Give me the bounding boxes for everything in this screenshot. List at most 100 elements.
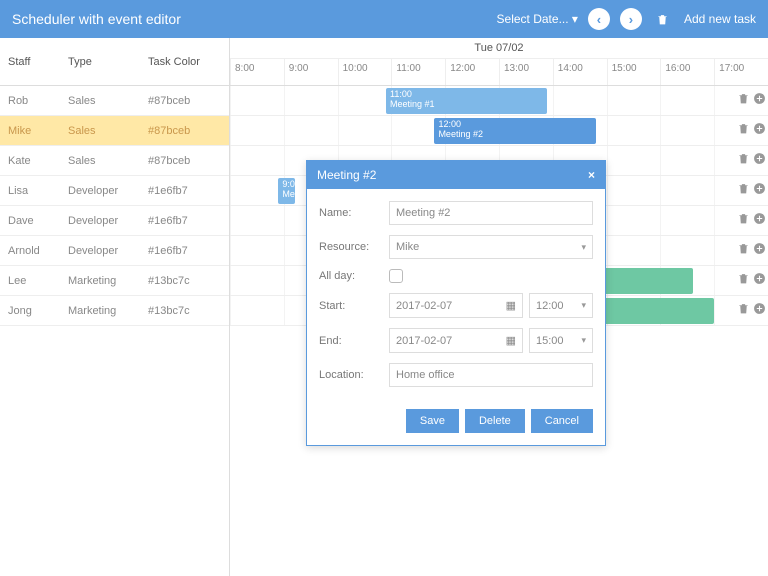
close-icon[interactable]: × bbox=[588, 168, 595, 182]
location-input[interactable] bbox=[389, 363, 593, 387]
staff-type: Sales bbox=[60, 155, 140, 167]
add-icon[interactable] bbox=[752, 91, 766, 105]
hour-header: 16:00 bbox=[660, 59, 714, 85]
staff-name: Arnold bbox=[0, 245, 60, 257]
staff-row[interactable]: JongMarketing#13bc7c bbox=[0, 296, 229, 326]
staff-name: Jong bbox=[0, 305, 60, 317]
label-allday: All day: bbox=[319, 270, 389, 282]
timeline-date: Tue 07/02 bbox=[230, 38, 768, 59]
staff-color: #1e6fb7 bbox=[140, 215, 229, 227]
row-actions bbox=[736, 271, 766, 285]
timeline-row[interactable]: 11:00Meeting #1 bbox=[230, 86, 768, 116]
editor-body: Name: Resource:Mike▾ All day: Start:2017… bbox=[307, 189, 605, 409]
hour-header: 15:00 bbox=[607, 59, 661, 85]
staff-color: #13bc7c bbox=[140, 275, 229, 287]
chevron-down-icon: ▾ bbox=[572, 12, 578, 26]
add-icon[interactable] bbox=[752, 301, 766, 315]
row-actions bbox=[736, 301, 766, 315]
staff-name: Rob bbox=[0, 95, 60, 107]
trash-icon[interactable] bbox=[736, 181, 750, 195]
staff-row[interactable]: LeeMarketing#13bc7c bbox=[0, 266, 229, 296]
calendar-icon: ▦ bbox=[506, 334, 516, 347]
cancel-button[interactable]: Cancel bbox=[531, 409, 593, 433]
chevron-down-icon: ▾ bbox=[581, 242, 586, 253]
trash-icon[interactable] bbox=[736, 151, 750, 165]
staff-color: #87bceb bbox=[140, 155, 229, 167]
resource-select[interactable]: Mike▾ bbox=[389, 235, 593, 259]
add-task-button[interactable]: Add new task bbox=[684, 12, 756, 26]
staff-name: Dave bbox=[0, 215, 60, 227]
label-start: Start: bbox=[319, 300, 389, 312]
app-title: Scheduler with event editor bbox=[12, 11, 497, 27]
label-resource: Resource: bbox=[319, 241, 389, 253]
row-actions bbox=[736, 151, 766, 165]
staff-name: Lisa bbox=[0, 185, 60, 197]
staff-row[interactable]: MikeSales#87bceb bbox=[0, 116, 229, 146]
trash-icon[interactable] bbox=[736, 271, 750, 285]
trash-icon[interactable] bbox=[736, 91, 750, 105]
start-time-select[interactable]: 12:00▾ bbox=[529, 293, 593, 318]
label-location: Location: bbox=[319, 369, 389, 381]
staff-row[interactable]: ArnoldDeveloper#1e6fb7 bbox=[0, 236, 229, 266]
add-icon[interactable] bbox=[752, 181, 766, 195]
editor-header[interactable]: Meeting #2 × bbox=[307, 161, 605, 189]
col-header-color: Task Color bbox=[140, 56, 229, 68]
hour-header: 9:00 bbox=[284, 59, 338, 85]
event-bar[interactable]: 9:00Meeting bbox=[278, 178, 294, 204]
chevron-down-icon: ▾ bbox=[581, 300, 586, 311]
add-icon[interactable] bbox=[752, 271, 766, 285]
trash-icon[interactable] bbox=[736, 241, 750, 255]
staff-color: #87bceb bbox=[140, 95, 229, 107]
sidebar: Staff Type Task Color RobSales#87bcebMik… bbox=[0, 38, 230, 576]
staff-row[interactable]: RobSales#87bceb bbox=[0, 86, 229, 116]
add-icon[interactable] bbox=[752, 211, 766, 225]
delete-button[interactable]: Delete bbox=[465, 409, 525, 433]
row-actions bbox=[736, 211, 766, 225]
hour-header: 12:00 bbox=[445, 59, 499, 85]
staff-row[interactable]: DaveDeveloper#1e6fb7 bbox=[0, 206, 229, 236]
staff-type: Sales bbox=[60, 95, 140, 107]
staff-type: Developer bbox=[60, 245, 140, 257]
staff-type: Developer bbox=[60, 185, 140, 197]
row-actions bbox=[736, 241, 766, 255]
staff-color: #13bc7c bbox=[140, 305, 229, 317]
staff-name: Kate bbox=[0, 155, 60, 167]
trash-icon[interactable] bbox=[652, 8, 674, 30]
hour-header: 8:00 bbox=[230, 59, 284, 85]
label-end: End: bbox=[319, 335, 389, 347]
staff-row[interactable]: LisaDeveloper#1e6fb7 bbox=[0, 176, 229, 206]
add-icon[interactable] bbox=[752, 241, 766, 255]
row-actions bbox=[736, 121, 766, 135]
toolbar-actions: Select Date... ▾ ‹ › Add new task bbox=[497, 8, 756, 30]
staff-type: Sales bbox=[60, 125, 140, 137]
add-icon[interactable] bbox=[752, 121, 766, 135]
next-button[interactable]: › bbox=[620, 8, 642, 30]
hour-header: 10:00 bbox=[338, 59, 392, 85]
start-date-input[interactable]: 2017-02-07▦ bbox=[389, 293, 523, 318]
row-actions bbox=[736, 181, 766, 195]
trash-icon[interactable] bbox=[736, 211, 750, 225]
end-date-input[interactable]: 2017-02-07▦ bbox=[389, 328, 523, 353]
end-time-select[interactable]: 15:00▾ bbox=[529, 328, 593, 353]
col-header-type: Type bbox=[60, 56, 140, 68]
staff-row[interactable]: KateSales#87bceb bbox=[0, 146, 229, 176]
editor-buttons: Save Delete Cancel bbox=[307, 409, 605, 445]
hour-header: 17:00 bbox=[714, 59, 768, 85]
trash-icon[interactable] bbox=[736, 301, 750, 315]
prev-button[interactable]: ‹ bbox=[588, 8, 610, 30]
sidebar-header: Staff Type Task Color bbox=[0, 38, 229, 86]
select-date-dropdown[interactable]: Select Date... ▾ bbox=[497, 12, 578, 26]
timeline-row[interactable]: 12:00Meeting #2 bbox=[230, 116, 768, 146]
add-icon[interactable] bbox=[752, 151, 766, 165]
chevron-down-icon: ▾ bbox=[581, 335, 586, 346]
label-name: Name: bbox=[319, 207, 389, 219]
staff-type: Developer bbox=[60, 215, 140, 227]
allday-checkbox[interactable] bbox=[389, 269, 403, 283]
row-actions bbox=[736, 91, 766, 105]
save-button[interactable]: Save bbox=[406, 409, 459, 433]
event-bar[interactable]: 12:00Meeting #2 bbox=[434, 118, 595, 144]
event-bar[interactable]: 11:00Meeting #1 bbox=[386, 88, 547, 114]
hour-header: 13:00 bbox=[499, 59, 553, 85]
name-input[interactable] bbox=[389, 201, 593, 225]
trash-icon[interactable] bbox=[736, 121, 750, 135]
